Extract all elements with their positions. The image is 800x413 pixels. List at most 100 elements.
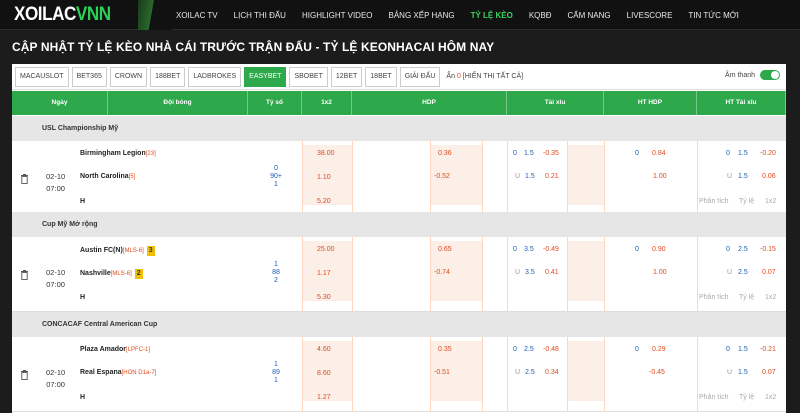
odds-1x2[interactable]: 1.27 bbox=[317, 394, 331, 401]
ht-hdp-home[interactable]: 0.84 bbox=[652, 150, 666, 157]
ht-ou-under[interactable]: 0.06 bbox=[762, 173, 776, 180]
match-link-0[interactable]: Phân tích bbox=[699, 394, 729, 401]
ht-ou-over[interactable]: -0.20 bbox=[760, 150, 776, 157]
odds-1x2[interactable]: 5.20 bbox=[317, 198, 331, 205]
odds-1x2[interactable]: 38.00 bbox=[317, 150, 335, 157]
ou-under-line: 1.5 bbox=[525, 173, 535, 180]
nav-item-6[interactable]: CẨM NANG bbox=[560, 11, 619, 20]
home-team[interactable]: Plaza Amador[LPFC-1] bbox=[80, 346, 150, 353]
odds-1x2[interactable]: 1.10 bbox=[317, 174, 331, 181]
trash-icon[interactable] bbox=[20, 174, 29, 184]
match-link-0[interactable]: Phân tích bbox=[699, 198, 729, 205]
nav-item-8[interactable]: TIN TỨC MỚI bbox=[680, 11, 746, 20]
trash-icon[interactable] bbox=[20, 370, 29, 380]
home-team[interactable]: Austin FC(N)[MLS-6] 3 bbox=[80, 246, 155, 256]
site-logo[interactable]: XOILACVNN bbox=[14, 3, 111, 27]
ht-hdp-away[interactable]: -0.45 bbox=[649, 369, 665, 376]
home-team[interactable]: Birmingham Legion[23] bbox=[80, 150, 156, 157]
bookmaker-tab-2[interactable]: CROWN bbox=[109, 66, 148, 87]
match-datetime: 02-10 07:00 bbox=[46, 171, 65, 195]
nav-item-2[interactable]: HIGHLIGHT VIDEO bbox=[294, 11, 381, 20]
match-link-2[interactable]: 1x2 bbox=[765, 198, 776, 205]
ou-over-odds[interactable]: -0.48 bbox=[543, 346, 559, 353]
nav-item-1[interactable]: LỊCH THI ĐẤU bbox=[226, 11, 294, 20]
match-link-1[interactable]: Tỷ lệ bbox=[739, 294, 754, 301]
ou-line: 2.5 bbox=[524, 346, 534, 353]
draw-label: H bbox=[80, 294, 86, 301]
away-team-name: Nashville bbox=[80, 270, 111, 277]
ht-ou-over[interactable]: -0.21 bbox=[760, 346, 776, 353]
bookmaker-tab-8[interactable]: 18BET bbox=[365, 66, 397, 87]
ht-ou-under-label: U bbox=[727, 369, 733, 376]
ou-over-odds[interactable]: -0.49 bbox=[543, 246, 559, 253]
match-link-2[interactable]: 1x2 bbox=[765, 394, 776, 401]
match-link-2[interactable]: 1x2 bbox=[765, 294, 776, 301]
column-divider bbox=[567, 337, 568, 412]
match-link-0[interactable]: Phân tích bbox=[699, 294, 729, 301]
ou-under-odds[interactable]: 0.34 bbox=[545, 369, 559, 376]
odds-1x2[interactable]: 25.00 bbox=[317, 246, 335, 253]
ht-hdp-line: 0 bbox=[635, 346, 639, 353]
ht-ou-under[interactable]: 0.07 bbox=[762, 369, 776, 376]
league-row: CONCACAF Central American Cup bbox=[12, 312, 786, 337]
bookmaker-tab-7[interactable]: 12BET bbox=[330, 66, 363, 87]
column-divider bbox=[302, 141, 303, 216]
match-link-1[interactable]: Tỷ lệ bbox=[739, 198, 754, 205]
nav-item-3[interactable]: BẢNG XẾP HẠNG bbox=[381, 11, 463, 20]
bookmaker-tab-0[interactable]: MACAUSLOT bbox=[15, 66, 69, 87]
ou-over-odds[interactable]: -0.35 bbox=[543, 150, 559, 157]
ou-line: 1.5 bbox=[524, 150, 534, 157]
away-team[interactable]: North Carolina[5] bbox=[80, 173, 135, 180]
match-link-1[interactable]: Tỷ lệ bbox=[739, 394, 754, 401]
score-line: 1 bbox=[274, 181, 278, 188]
bookmaker-tab-3[interactable]: 188BET bbox=[150, 66, 186, 87]
odds-1x2[interactable]: 4.60 bbox=[317, 346, 331, 353]
hdp-away-line[interactable]: -0.74 bbox=[434, 269, 450, 276]
odds-1x2[interactable]: 8.60 bbox=[317, 370, 331, 377]
score-line: 1 bbox=[274, 361, 278, 368]
column-header-3: 1x2 bbox=[302, 91, 352, 115]
bookmaker-tab-5[interactable]: EASYBET bbox=[244, 66, 287, 87]
ht-hdp-away[interactable]: 1.00 bbox=[653, 269, 667, 276]
ou-line: 3.5 bbox=[524, 246, 534, 253]
hdp-away-line[interactable]: -0.51 bbox=[434, 369, 450, 376]
hdp-away-line[interactable]: -0.52 bbox=[434, 173, 450, 180]
ht-ou-over[interactable]: -0.15 bbox=[760, 246, 776, 253]
bookmaker-tab-6[interactable]: SBOBET bbox=[289, 66, 328, 87]
ht-hdp-home[interactable]: 0.90 bbox=[652, 246, 666, 253]
bookmaker-tab-4[interactable]: LADBROKES bbox=[188, 66, 242, 87]
nav-item-7[interactable]: LIVESCORE bbox=[619, 11, 681, 20]
away-team[interactable]: Nashville[MLS-6] 2 bbox=[80, 269, 143, 279]
nav-item-4[interactable]: TỶ LỆ KÈO bbox=[463, 11, 521, 20]
ht-ou-line: 2.5 bbox=[738, 246, 748, 253]
ht-ou-label: 0 bbox=[726, 150, 730, 157]
ht-hdp-home[interactable]: 0.29 bbox=[652, 346, 666, 353]
match-row: 02-10 07:00 Austin FC(N)[MLS-6] 3 Nashville[… bbox=[12, 237, 786, 312]
column-divider bbox=[302, 237, 303, 312]
show-all-link[interactable]: [HIỂN THỊ TẤT CẢ] bbox=[463, 73, 523, 80]
hdp-home-odds[interactable]: 0.35 bbox=[438, 346, 452, 353]
nav-item-5[interactable]: KQBĐ bbox=[521, 11, 560, 20]
trash-icon[interactable] bbox=[20, 270, 29, 280]
match-date: 02-10 bbox=[46, 172, 66, 181]
ou-under-odds[interactable]: 0.21 bbox=[545, 173, 559, 180]
match-date: 02-10 bbox=[46, 268, 66, 277]
sound-toggle[interactable] bbox=[760, 70, 780, 80]
hidden-label: Ẩn bbox=[446, 73, 455, 80]
odds-1x2[interactable]: 1.17 bbox=[317, 270, 331, 277]
ht-hdp-away[interactable]: 1.00 bbox=[653, 173, 667, 180]
score-line: 88 bbox=[272, 269, 280, 276]
hdp-home-odds[interactable]: 0.36 bbox=[438, 150, 452, 157]
odds-1x2[interactable]: 5.30 bbox=[317, 294, 331, 301]
ht-ou-under[interactable]: 0.07 bbox=[762, 269, 776, 276]
bookmaker-tab-1[interactable]: BET365 bbox=[71, 66, 107, 87]
hdp-home-odds[interactable]: 0.65 bbox=[438, 246, 452, 253]
ht-hdp-line: 0 bbox=[635, 246, 639, 253]
match-time: 07:00 bbox=[46, 280, 65, 289]
bookmaker-tab-9[interactable]: GIẢI ĐẤU bbox=[399, 66, 441, 87]
nav-item-0[interactable]: XOILAC TV bbox=[168, 11, 226, 20]
away-team[interactable]: Real Espana[HON D1a-7] bbox=[80, 369, 156, 376]
ou-under-odds[interactable]: 0.41 bbox=[545, 269, 559, 276]
odds-column-bg bbox=[567, 341, 604, 401]
home-team-name: Plaza Amador bbox=[80, 346, 127, 353]
